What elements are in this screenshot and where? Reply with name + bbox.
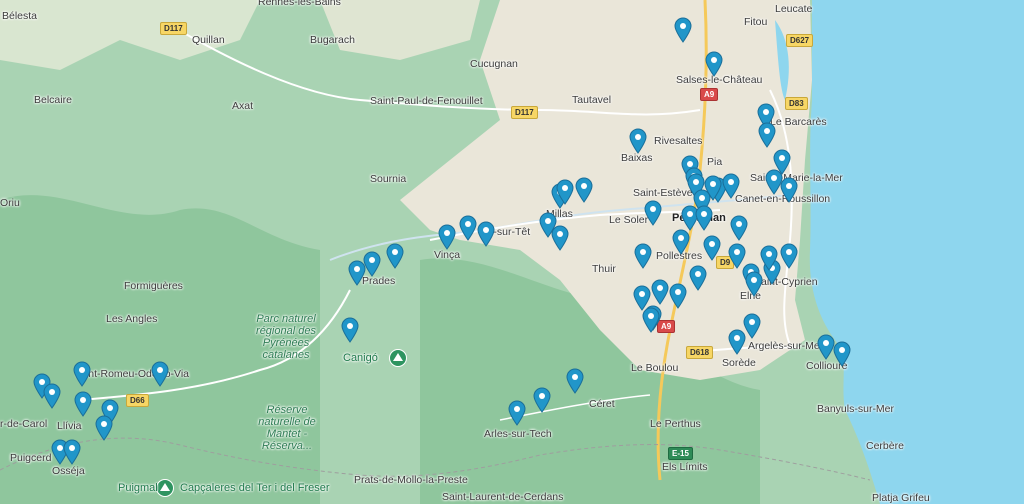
place-label: Belcaire <box>34 94 72 106</box>
place-label: Axat <box>232 100 254 112</box>
place-label: Leucate <box>775 3 813 15</box>
place-label: Sorède <box>722 357 756 369</box>
place-label: Argelès-sur-Mer <box>748 340 824 352</box>
location-pin-icon[interactable] <box>63 439 81 465</box>
location-pin-icon[interactable] <box>575 177 593 203</box>
place-label: Fitou <box>744 16 768 28</box>
location-pin-icon[interactable] <box>151 361 169 387</box>
place-label: Rivesaltes <box>654 135 703 147</box>
place-label: Saint-Laurent-de-Cerdans <box>442 491 564 503</box>
location-pin-icon[interactable] <box>689 265 707 291</box>
place-label: Les Angles <box>106 313 158 325</box>
location-pin-icon[interactable] <box>745 271 763 297</box>
location-pin-icon[interactable] <box>833 341 851 367</box>
location-pin-icon[interactable] <box>669 283 687 309</box>
location-pin-icon[interactable] <box>704 175 722 201</box>
location-pin-icon[interactable] <box>73 361 91 387</box>
place-label: Quillan <box>192 34 225 46</box>
location-pin-icon[interactable] <box>730 215 748 241</box>
location-pin-icon[interactable] <box>758 122 776 148</box>
location-pin-icon[interactable] <box>780 243 798 269</box>
place-label: Bugarach <box>310 34 355 46</box>
location-pin-icon[interactable] <box>760 245 778 271</box>
place-label: Rennes-les-Bains <box>258 0 341 8</box>
road-shield: D83 <box>785 97 808 110</box>
place-label: Le Boulou <box>631 362 679 374</box>
location-pin-icon[interactable] <box>634 243 652 269</box>
mountain-peak-icon[interactable] <box>389 349 407 367</box>
poi-label: Capçaleres del Ter i del Freser <box>180 482 330 494</box>
place-label: Arles-sur-Tech <box>484 428 552 440</box>
place-label: Le Barcarès <box>770 116 827 128</box>
poi-label: Canigó <box>343 352 378 364</box>
place-label: Saint-Paul-de-Fenouillet <box>370 95 483 107</box>
place-label: Le Perthus <box>650 418 701 430</box>
location-pin-icon[interactable] <box>629 128 647 154</box>
place-label: Prats-de-Mollo-la-Preste <box>354 474 468 486</box>
place-label: Cucugnan <box>470 58 518 70</box>
road-shield: D618 <box>686 346 714 359</box>
place-label: Els Límits <box>662 461 708 473</box>
place-label: Sournia <box>370 173 407 185</box>
location-pin-icon[interactable] <box>674 17 692 43</box>
place-label: Le Soler <box>609 214 649 226</box>
location-pin-icon[interactable] <box>341 317 359 343</box>
map-canvas[interactable]: Bélesta Rennes-les-Bains Quillan Bugarac… <box>0 0 1024 504</box>
place-label: Thuir <box>592 263 616 275</box>
place-label: Formiguères <box>124 280 183 292</box>
place-label: Osséja <box>52 465 85 477</box>
place-label: Puigcerd <box>10 452 52 464</box>
place-label: Cerbère <box>866 440 904 452</box>
location-pin-icon[interactable] <box>642 307 660 333</box>
location-pin-icon[interactable] <box>722 173 740 199</box>
place-label: Banyuls-sur-Mer <box>817 403 895 415</box>
place-label: r-de-Carol <box>0 418 48 430</box>
road-shield: E-15 <box>668 447 693 460</box>
location-pin-icon[interactable] <box>508 400 526 426</box>
road-shield: A9 <box>700 88 719 101</box>
location-pin-icon[interactable] <box>705 51 723 77</box>
road-shield: D117 <box>160 22 187 35</box>
location-pin-icon[interactable] <box>43 383 61 409</box>
location-pin-icon[interactable] <box>566 368 584 394</box>
location-pin-icon[interactable] <box>695 205 713 231</box>
location-pin-icon[interactable] <box>438 224 456 250</box>
location-pin-icon[interactable] <box>533 387 551 413</box>
place-label: Pia <box>707 156 723 168</box>
location-pin-icon[interactable] <box>644 200 662 226</box>
location-pin-icon[interactable] <box>651 279 669 305</box>
road-shield: D117 <box>511 106 538 119</box>
location-pin-icon[interactable] <box>703 235 721 261</box>
location-pin-icon[interactable] <box>477 221 495 247</box>
location-pin-icon[interactable] <box>95 415 113 441</box>
location-pin-icon[interactable] <box>348 260 366 286</box>
location-pin-icon[interactable] <box>780 177 798 203</box>
park-label: Parc naturel régional des Pyrénées catal… <box>256 313 316 361</box>
place-label: Platja Grifeu <box>872 492 930 504</box>
place-label: Tautavel <box>572 94 612 106</box>
mountain-peak-icon[interactable] <box>156 479 174 497</box>
location-pin-icon[interactable] <box>386 243 404 269</box>
road-shield: D66 <box>126 394 149 407</box>
location-pin-icon[interactable] <box>74 391 92 417</box>
place-label: Bélesta <box>2 10 38 22</box>
road-shield: D627 <box>786 34 814 47</box>
place-label: Llívia <box>57 420 82 432</box>
place-label: Vinça <box>434 249 461 261</box>
place-label: Oriu <box>0 197 20 209</box>
park-label: Réserve naturelle de Mantet - Réserva... <box>258 404 316 452</box>
location-pin-icon[interactable] <box>459 215 477 241</box>
location-pin-icon[interactable] <box>551 225 569 251</box>
place-label: Saint-Estève <box>633 187 693 199</box>
poi-label: Puigmal <box>118 482 158 494</box>
location-pin-icon[interactable] <box>728 329 746 355</box>
place-label: Font-Romeu-Odeillo-Via <box>76 368 190 380</box>
location-pin-icon[interactable] <box>672 229 690 255</box>
place-label: Céret <box>589 398 615 410</box>
location-pin-icon[interactable] <box>556 179 574 205</box>
